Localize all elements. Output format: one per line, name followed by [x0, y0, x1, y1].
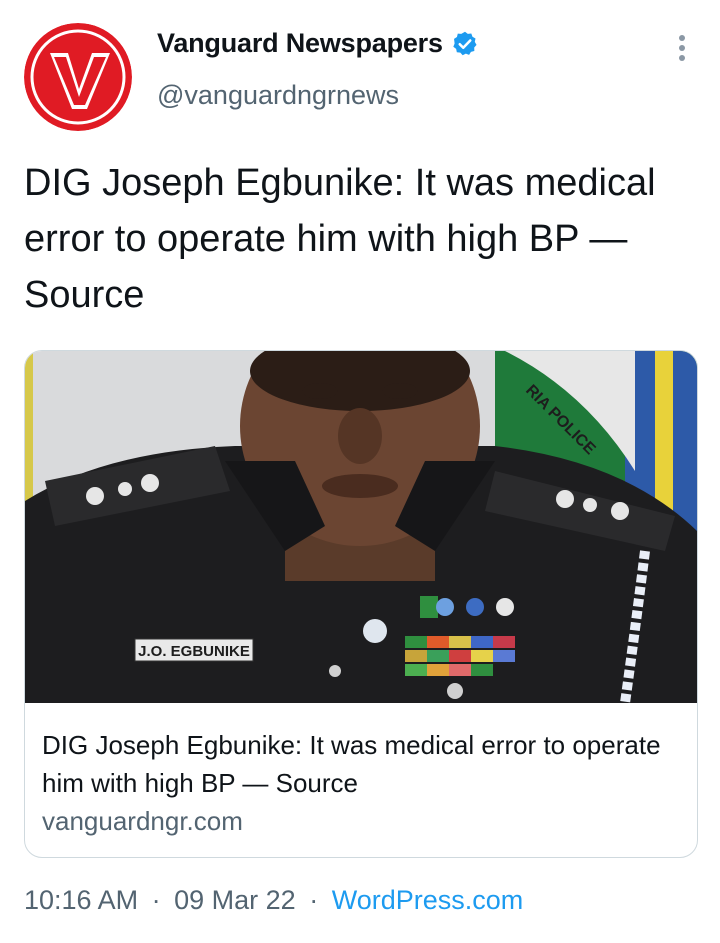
tweet-text: DIG Joseph Egbunike: It was medical erro… [24, 162, 656, 316]
meta-separator: · [309, 885, 319, 915]
verified-badge-icon [451, 30, 479, 58]
card-domain[interactable]: vanguardngr.com [42, 806, 243, 837]
meta-separator: · [151, 885, 161, 915]
tweet-time[interactable]: 10:16 AM [24, 885, 138, 915]
tweet-source-link[interactable]: WordPress.com [332, 885, 524, 915]
link-card[interactable]: RIA POLICE J.O. EGBUNIKE DIG Joseph Egbu… [24, 350, 698, 858]
tweet-meta: 10:16 AM · 09 Mar 22 · WordPress.com [24, 885, 523, 916]
name-tag-text: J.O. EGBUNIKE [138, 643, 250, 660]
tweet-header: Vanguard Newspapers @vanguardngrnews [0, 0, 720, 150]
card-title[interactable]: DIG Joseph Egbunike: It was medical erro… [42, 726, 682, 802]
tweet-date[interactable]: 09 Mar 22 [174, 885, 296, 915]
display-name-row[interactable]: Vanguard Newspapers [157, 28, 479, 59]
vanguard-logo-icon [24, 23, 132, 131]
display-name[interactable]: Vanguard Newspapers [157, 28, 443, 59]
officer-photo: RIA POLICE J.O. EGBUNIKE [25, 351, 697, 703]
more-options-icon[interactable] [664, 30, 700, 66]
avatar[interactable] [24, 23, 132, 131]
user-handle[interactable]: @vanguardngrnews [157, 80, 399, 111]
card-image[interactable]: RIA POLICE J.O. EGBUNIKE [25, 351, 697, 703]
